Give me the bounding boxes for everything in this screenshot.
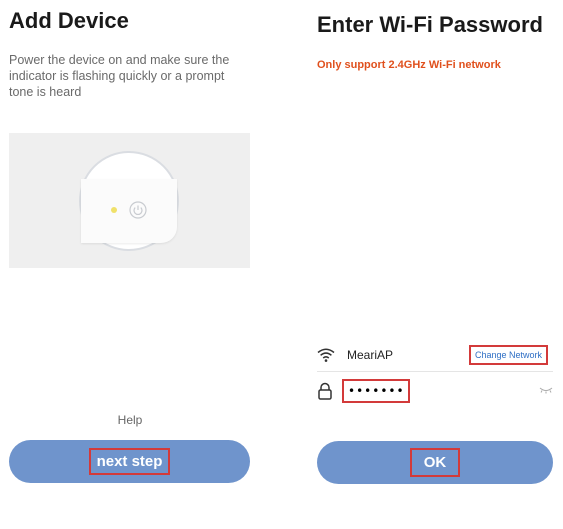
page-title: Add Device — [9, 8, 129, 33]
next-step-button[interactable]: next step — [9, 440, 250, 483]
next-step-label: next step — [88, 448, 171, 475]
lock-icon — [318, 382, 332, 400]
power-icon — [129, 201, 147, 219]
password-input[interactable] — [348, 384, 404, 398]
add-device-screen: Add Device Power the device on and make … — [0, 0, 260, 529]
ok-label: OK — [409, 448, 461, 477]
network-name: MeariAP — [347, 348, 394, 362]
page-title: Enter Wi-Fi Password — [317, 12, 543, 37]
wifi-password-screen: Enter Wi-Fi Password Only support 2.4GHz… — [300, 0, 563, 529]
device-illustration — [9, 133, 250, 268]
wifi-warning: Only support 2.4GHz Wi-Fi network — [317, 59, 501, 71]
eye-closed-icon[interactable] — [539, 386, 553, 394]
change-network-button[interactable]: Change Network — [469, 345, 549, 365]
led-indicator — [111, 207, 117, 213]
help-link[interactable]: Help — [0, 413, 260, 427]
ok-button[interactable]: OK — [317, 441, 553, 484]
wifi-icon — [317, 348, 335, 362]
password-field[interactable] — [342, 379, 410, 403]
network-row: MeariAP Change Network — [317, 343, 553, 372]
instruction-text: Power the device on and make sure the in… — [9, 53, 230, 99]
password-row — [317, 378, 553, 406]
